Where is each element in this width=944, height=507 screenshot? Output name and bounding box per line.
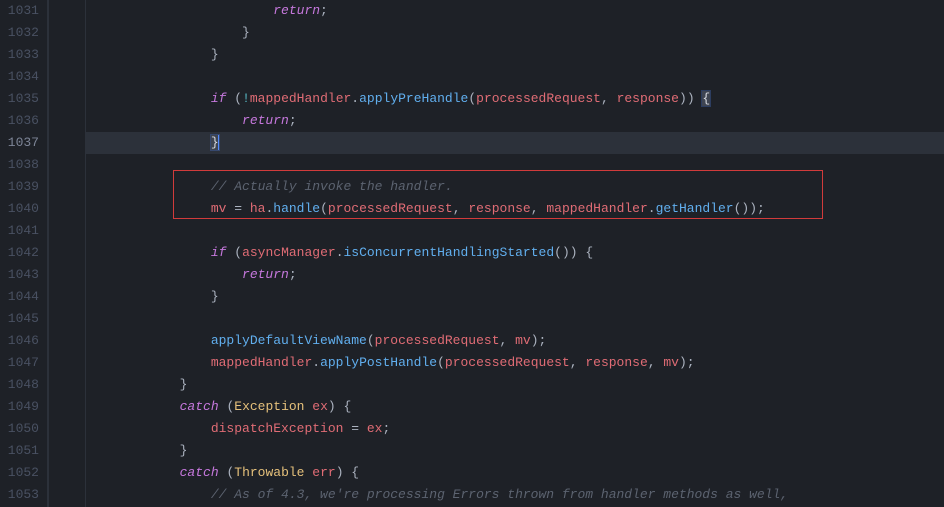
line-number: 1032: [0, 22, 39, 44]
code-row[interactable]: mappedHandler.applyPostHandle(processedR…: [86, 352, 944, 374]
line-number: 1039: [0, 176, 39, 198]
line-number: 1052: [0, 462, 39, 484]
line-number: 1045: [0, 308, 39, 330]
code-row[interactable]: [86, 308, 944, 330]
line-number: 1036: [0, 110, 39, 132]
code-row[interactable]: [86, 220, 944, 242]
code-row[interactable]: applyDefaultViewName(processedRequest, m…: [86, 330, 944, 352]
code-editor[interactable]: 1031 1032 1033 1034 1035 1036 1037 1038 …: [0, 0, 944, 507]
line-number: 1053: [0, 484, 39, 506]
code-row[interactable]: mv = ha.handle(processedRequest, respons…: [86, 198, 944, 220]
text-cursor: [218, 135, 219, 150]
fold-gutter: [48, 0, 86, 507]
code-row[interactable]: if (asyncManager.isConcurrentHandlingSta…: [86, 242, 944, 264]
line-number: 1038: [0, 154, 39, 176]
code-row[interactable]: return;: [86, 264, 944, 286]
line-number: 1040: [0, 198, 39, 220]
code-row[interactable]: }: [86, 286, 944, 308]
line-number-gutter: 1031 1032 1033 1034 1035 1036 1037 1038 …: [0, 0, 48, 507]
line-number: 1049: [0, 396, 39, 418]
code-row[interactable]: if (!mappedHandler.applyPreHandle(proces…: [86, 88, 944, 110]
line-number: 1043: [0, 264, 39, 286]
code-area[interactable]: return; } } if (!mappedHandler.applyPreH…: [86, 0, 944, 507]
code-row[interactable]: dispatchException = ex;: [86, 418, 944, 440]
code-row[interactable]: }: [86, 374, 944, 396]
line-number: 1033: [0, 44, 39, 66]
line-number: 1031: [0, 0, 39, 22]
line-number: 1047: [0, 352, 39, 374]
line-number: 1034: [0, 66, 39, 88]
line-number: 1051: [0, 440, 39, 462]
line-number: 1044: [0, 286, 39, 308]
matching-brace-open: {: [702, 91, 710, 106]
code-row[interactable]: // Actually invoke the handler.: [86, 176, 944, 198]
code-row-current[interactable]: }: [86, 132, 944, 154]
line-number: 1042: [0, 242, 39, 264]
code-row[interactable]: }: [86, 22, 944, 44]
line-number: 1046: [0, 330, 39, 352]
code-row[interactable]: catch (Throwable err) {: [86, 462, 944, 484]
code-row[interactable]: }: [86, 44, 944, 66]
code-row[interactable]: return;: [86, 0, 944, 22]
code-row[interactable]: return;: [86, 110, 944, 132]
code-row[interactable]: }: [86, 440, 944, 462]
code-row[interactable]: // As of 4.3, we're processing Errors th…: [86, 484, 944, 506]
line-number: 1048: [0, 374, 39, 396]
code-row[interactable]: [86, 66, 944, 88]
line-number: 1041: [0, 220, 39, 242]
code-row[interactable]: [86, 154, 944, 176]
code-row[interactable]: catch (Exception ex) {: [86, 396, 944, 418]
code-lines[interactable]: return; } } if (!mappedHandler.applyPreH…: [86, 0, 944, 506]
line-number: 1050: [0, 418, 39, 440]
line-number: 1035: [0, 88, 39, 110]
line-number-current: 1037: [0, 132, 39, 154]
